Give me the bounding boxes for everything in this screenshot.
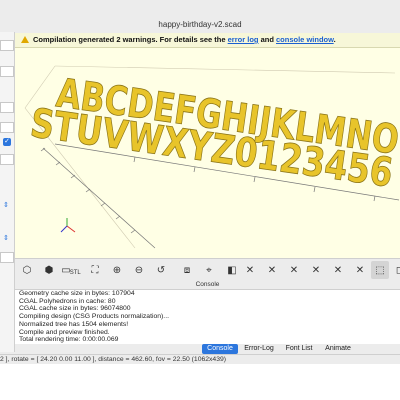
show-edges-icon[interactable]: ⧈ bbox=[178, 261, 196, 279]
console-window-link[interactable]: console window bbox=[276, 35, 334, 44]
preview-icon[interactable]: ⬢ bbox=[40, 261, 58, 279]
view-axis-y-icon[interactable]: ✕ bbox=[285, 261, 303, 279]
console-line: CGAL cache size in bytes: 96074800 bbox=[19, 305, 131, 313]
warning-and: and bbox=[260, 35, 274, 44]
tab-animate[interactable]: Animate bbox=[319, 344, 357, 354]
view-axis-x-icon[interactable]: ✕ bbox=[241, 261, 259, 279]
panel-field[interactable] bbox=[0, 154, 14, 165]
render-icon[interactable]: ⬡ bbox=[18, 261, 36, 279]
stepper-icon[interactable]: ⇕ bbox=[3, 235, 9, 243]
view-axis-neg-z-icon[interactable]: ✕ bbox=[351, 261, 369, 279]
warning-notice: Compilation generated 2 warnings. For de… bbox=[15, 33, 400, 48]
view-axis-neg-x-icon[interactable]: ✕ bbox=[263, 261, 281, 279]
warning-period: . bbox=[333, 35, 336, 44]
stl-label: STL bbox=[69, 269, 81, 276]
zoom-in-icon[interactable]: ⊕ bbox=[108, 261, 126, 279]
warning-icon bbox=[21, 35, 29, 43]
axis-indicator-icon bbox=[60, 218, 76, 233]
window-title: happy-birthday-v2.scad bbox=[158, 20, 242, 29]
console-line: Total rendering time: 0:00:00.069 bbox=[19, 336, 119, 344]
panel-field[interactable] bbox=[0, 122, 14, 133]
view-axis-neg-y-icon[interactable]: ✕ bbox=[307, 261, 325, 279]
orthogonal-icon[interactable]: ◻ bbox=[391, 261, 400, 279]
view-top-icon[interactable]: ◧ bbox=[223, 261, 241, 279]
reset-view-icon[interactable]: ↺ bbox=[152, 261, 170, 279]
tab-console[interactable]: Console bbox=[202, 344, 238, 354]
view-toolbar: ⬡ ⬢ ▭STL ⛶ ⊕ ⊖ ↺ ⧈ ⌖ ◧ ✕ ✕ ✕ ✕ ✕ ✕ ⬚ ◻ bbox=[15, 258, 400, 282]
stepper-icon[interactable]: ⇕ bbox=[3, 202, 9, 210]
title-bar: happy-birthday-v2.scad bbox=[0, 18, 400, 32]
console-header: Console bbox=[15, 281, 400, 290]
export-stl-icon[interactable]: ▭ STL bbox=[61, 261, 81, 279]
panel-field[interactable] bbox=[0, 66, 14, 77]
console-output: Geometry cache size in bytes: 107904 CGA… bbox=[15, 290, 400, 344]
checkbox-checked-icon[interactable]: ✓ bbox=[3, 138, 11, 146]
panel-field[interactable] bbox=[0, 102, 14, 113]
console-line: Compiling design (CSG Products normaliza… bbox=[19, 313, 169, 321]
panel-field[interactable] bbox=[0, 252, 14, 263]
view-right-icon[interactable]: ⌖ bbox=[200, 261, 218, 279]
bottom-tabs: Console Error-Log Font List Animate bbox=[15, 344, 400, 354]
3d-viewport[interactable]: ABCDEFGHIJKLMNO STUVWXYZ0123456 bbox=[15, 48, 400, 258]
tab-error-log[interactable]: Error-Log bbox=[240, 344, 278, 354]
customizer-panel: ✓ ⇕ ⇕ bbox=[0, 32, 15, 352]
app-window: happy-birthday-v2.scad ✓ ⇕ ⇕ Compilation… bbox=[0, 0, 400, 364]
view-axis-z-icon[interactable]: ✕ bbox=[329, 261, 347, 279]
console-line: CGAL Polyhedrons in cache: 80 bbox=[19, 297, 116, 305]
view-all-icon[interactable]: ⛶ bbox=[86, 261, 104, 279]
warning-message: Compilation generated 2 warnings. For de… bbox=[33, 35, 226, 44]
console-line: Normalized tree has 1504 elements! bbox=[19, 320, 129, 328]
status-bar: 2 ], rotate = [ 24.20 0.00 11.00 ], dist… bbox=[0, 354, 400, 364]
console-line: Geometry cache size in bytes: 107904 bbox=[19, 290, 135, 297]
status-text: 2 ], rotate = [ 24.20 0.00 11.00 ], dist… bbox=[0, 356, 227, 363]
error-log-link[interactable]: error log bbox=[228, 35, 259, 44]
panel-field[interactable] bbox=[0, 40, 14, 51]
perspective-icon[interactable]: ⬚ bbox=[371, 261, 389, 279]
zoom-out-icon[interactable]: ⊖ bbox=[130, 261, 148, 279]
model-render: ABCDEFGHIJKLMNO STUVWXYZ0123456 bbox=[24, 65, 400, 249]
tab-font-list[interactable]: Font List bbox=[281, 344, 317, 354]
y-axis-ticks bbox=[40, 147, 156, 249]
console-line: Compile and preview finished. bbox=[19, 328, 110, 336]
